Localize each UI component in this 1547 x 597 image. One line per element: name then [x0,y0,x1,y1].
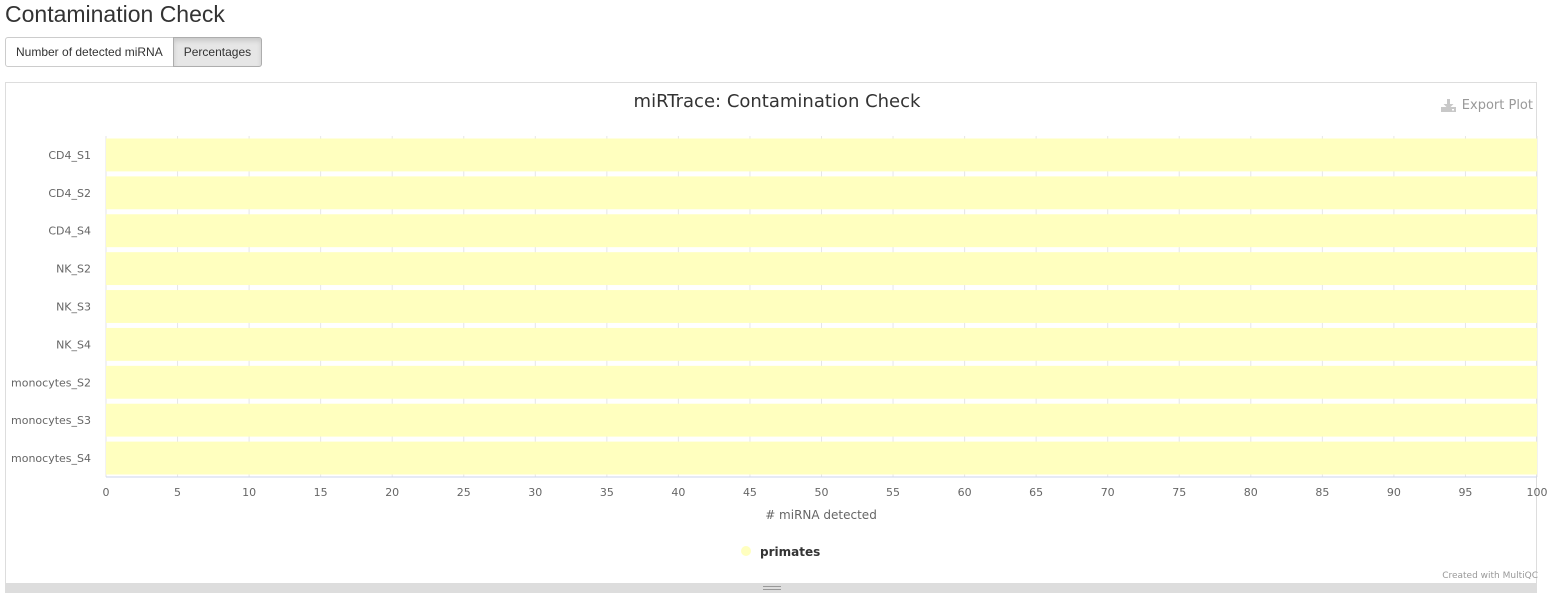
export-plot-button[interactable]: Export Plot [1440,98,1533,113]
plot-container [5,82,1537,584]
grip-icon [763,586,781,590]
number-detected-mirna-button[interactable]: Number of detected miRNA [5,37,174,67]
resize-handle[interactable] [5,583,1537,593]
download-icon [1440,99,1456,112]
data-view-toggle: Number of detected miRNA Percentages [5,37,263,67]
export-plot-label: Export Plot [1461,98,1533,113]
page-title: Contamination Check [5,1,225,27]
percentages-button[interactable]: Percentages [172,37,263,67]
